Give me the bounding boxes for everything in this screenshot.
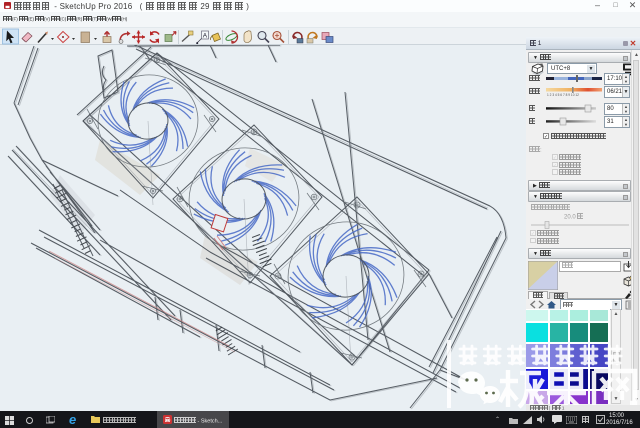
svg-text:1 2 3 4 5 6 7 8 9 10 12: 1 2 3 4 5 6 7 8 9 10 12 [547, 93, 579, 97]
svg-text:A: A [203, 33, 208, 40]
